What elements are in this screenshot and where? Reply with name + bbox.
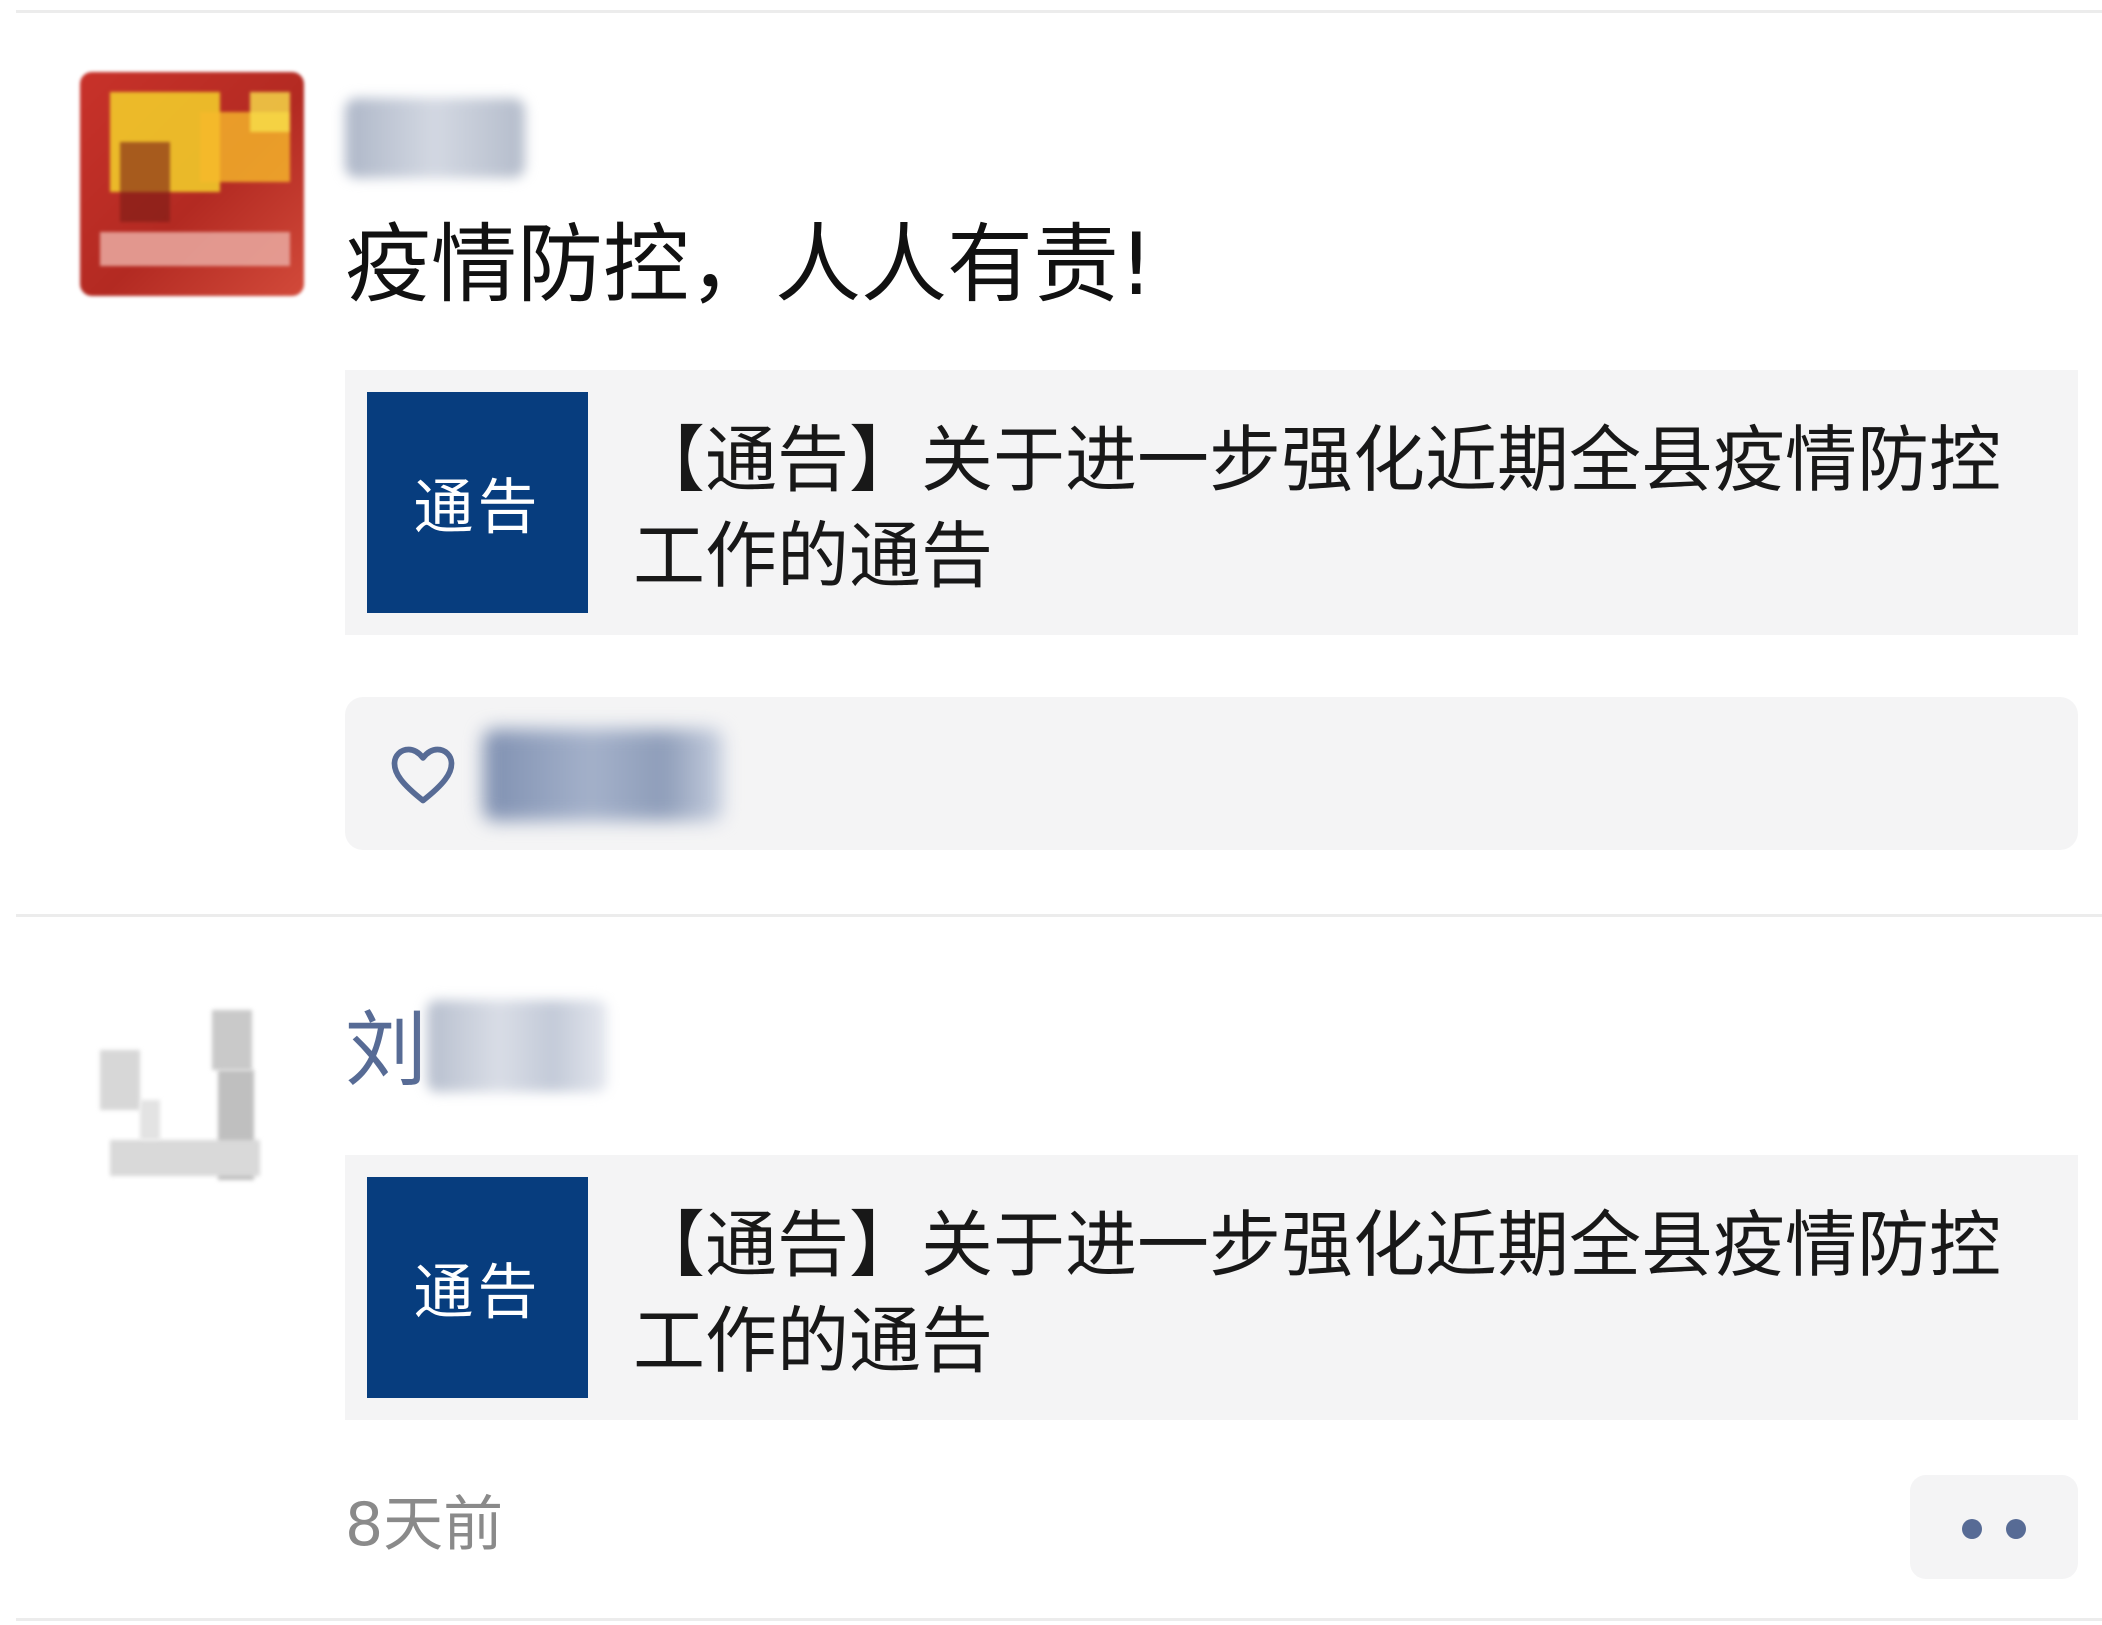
post-timestamp: 8天前: [345, 1490, 504, 1560]
post-divider: [16, 914, 2102, 917]
likes-section: [345, 697, 2078, 850]
link-thumbnail: 通告: [367, 1177, 588, 1398]
dot: [1962, 1519, 1982, 1539]
shared-link-card[interactable]: 通告 【通告】关于进一步强化近期全县疫情防控工作的通告: [345, 370, 2078, 635]
author-name[interactable]: 刘: [345, 1000, 608, 1092]
likers-names-redacted[interactable]: [483, 729, 723, 821]
author-name-redacted: [345, 98, 525, 178]
avatar[interactable]: [80, 72, 304, 296]
author-name-text: 刘: [345, 1003, 428, 1098]
author-name-redacted: [427, 1000, 608, 1092]
more-dots-icon[interactable]: [1910, 1475, 2078, 1579]
heart-outline-icon: [391, 746, 455, 804]
top-divider: [16, 10, 2102, 13]
avatar[interactable]: [80, 980, 304, 1204]
post-text: 疫情防控，人人有责!: [345, 215, 1154, 315]
dot: [2006, 1519, 2026, 1539]
link-title: 【通告】关于进一步强化近期全县疫情防控工作的通告: [633, 1203, 2002, 1383]
link-thumbnail: 通告: [367, 392, 588, 613]
shared-link-card[interactable]: 通告 【通告】关于进一步强化近期全县疫情防控工作的通告: [345, 1155, 2078, 1420]
bottom-divider: [16, 1618, 2102, 1621]
link-title: 【通告】关于进一步强化近期全县疫情防控工作的通告: [633, 418, 2002, 598]
